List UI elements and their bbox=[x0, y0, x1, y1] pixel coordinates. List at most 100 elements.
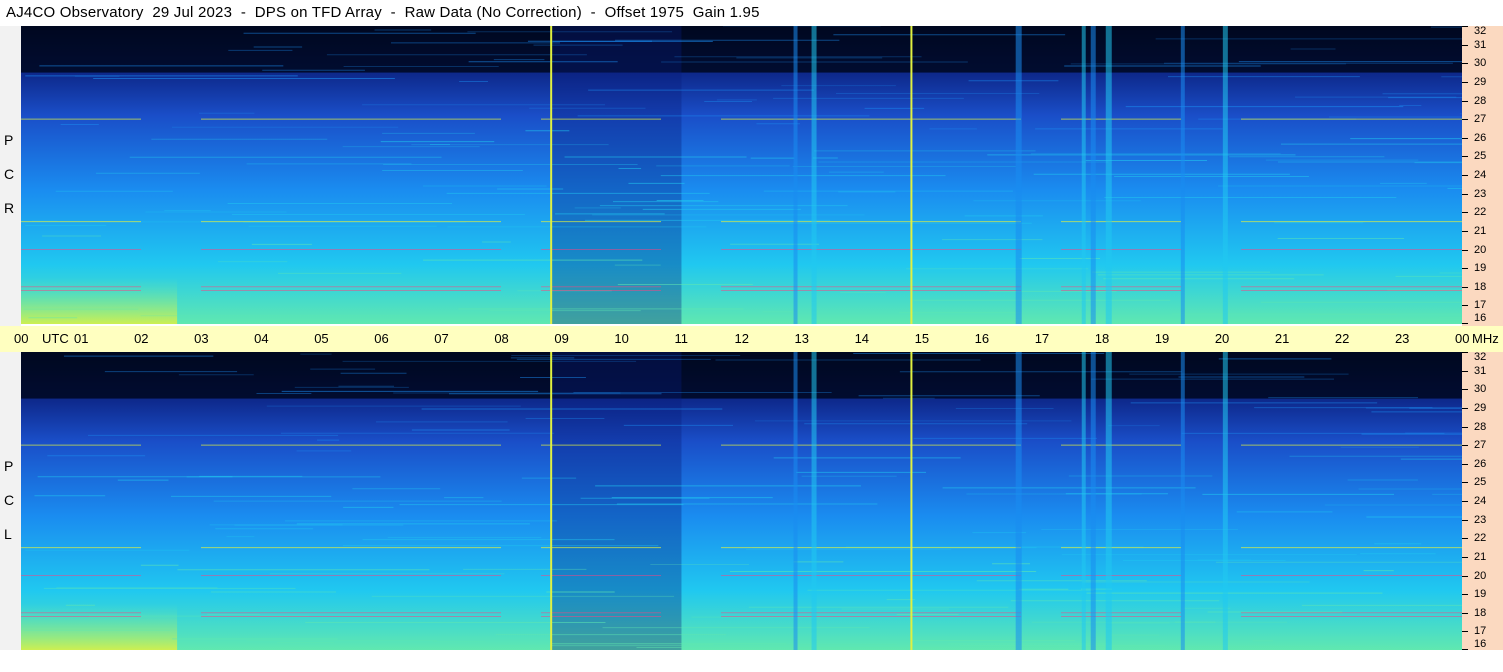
rcp-freq-tick-label: 18 bbox=[1474, 280, 1487, 293]
lcp-label-letter-p: P bbox=[4, 458, 14, 474]
rcp-freq-tickmark bbox=[1462, 193, 1468, 195]
title-bar: AJ4CO Observatory 29 Jul 2023 - DPS on T… bbox=[0, 0, 1462, 26]
lcp-burst-column bbox=[1015, 352, 1022, 650]
utc-tick-label: 17 bbox=[1034, 331, 1050, 346]
rcp-side-strip: P C R bbox=[0, 26, 21, 326]
lcp-freq-tick-label: 31 bbox=[1474, 364, 1487, 377]
rcp-freq-tickmark bbox=[1462, 81, 1468, 83]
lcp-burst-column bbox=[1180, 352, 1185, 650]
lcp-freq-tickmark bbox=[1462, 501, 1468, 502]
rcp-freq-tickmark bbox=[1462, 119, 1468, 121]
mhz-unit-label: MHz bbox=[1472, 331, 1499, 346]
lcp-low-freq-glow bbox=[21, 603, 178, 650]
rcp-freq-tick-label: 21 bbox=[1474, 224, 1487, 237]
rcp-frequency-axis: 16 17 18 19 20 21 22 23 24 25 26 27 28 29 30 31 32 bbox=[1462, 26, 1503, 326]
lcp-freq-tickmark bbox=[1462, 538, 1468, 540]
rcp-burst-column bbox=[811, 26, 817, 324]
lcp-freq-tickmark bbox=[1462, 519, 1468, 521]
lcp-side-strip: P C L bbox=[0, 352, 21, 650]
lcp-burst-column bbox=[793, 352, 798, 650]
rcp-freq-tick-label: 17 bbox=[1474, 299, 1487, 312]
lcp-freq-tickmark bbox=[1462, 445, 1468, 447]
rcp-freq-tick-label: 27 bbox=[1474, 113, 1487, 126]
rcp-freq-tick-label: 25 bbox=[1474, 150, 1487, 163]
lcp-spectrogram-panel bbox=[21, 352, 1462, 650]
rcp-freq-tickmark bbox=[1462, 323, 1468, 324]
rcp-freq-tick-label: 31 bbox=[1474, 38, 1487, 51]
utc-tick-label: 23 bbox=[1394, 331, 1410, 346]
lcp-freq-tickmark bbox=[1462, 370, 1468, 372]
utc-tick-label: 13 bbox=[794, 331, 809, 346]
utc-tick-label: 14 bbox=[854, 331, 870, 346]
rcp-freq-tickmark bbox=[1462, 63, 1468, 65]
lcp-freq-tick-label: 18 bbox=[1474, 606, 1487, 619]
rcp-label-letter-p: P bbox=[4, 132, 14, 148]
utc-tick-label: 04 bbox=[254, 331, 269, 346]
lcp-freq-tick-label: 21 bbox=[1474, 550, 1487, 563]
rcp-freq-tick-label: 20 bbox=[1474, 243, 1487, 256]
rcp-freq-tickmark bbox=[1462, 100, 1468, 102]
lcp-freq-tickmark bbox=[1462, 594, 1468, 596]
utc-tick-label: 15 bbox=[914, 331, 930, 346]
lcp-freq-tick-label: 17 bbox=[1474, 625, 1487, 638]
lcp-freq-tick-label: 28 bbox=[1474, 420, 1487, 433]
rcp-burst-column bbox=[1090, 26, 1096, 324]
rcp-freq-tickmark bbox=[1462, 286, 1468, 288]
rcp-freq-tick-label: 16 bbox=[1474, 312, 1487, 324]
rcp-burst-column bbox=[793, 26, 798, 324]
lcp-label-letter-c: C bbox=[4, 492, 15, 508]
lcp-freq-tick-label: 30 bbox=[1474, 383, 1487, 396]
utc-unit-label: UTC bbox=[42, 331, 69, 346]
utc-tick-label: 00 bbox=[1455, 331, 1470, 346]
utc-tick-label: 20 bbox=[1214, 331, 1230, 346]
lcp-burst-column bbox=[1222, 352, 1228, 650]
utc-tick-label: 11 bbox=[674, 331, 688, 346]
rcp-freq-tickmark bbox=[1462, 249, 1468, 251]
lcp-freq-tickmark bbox=[1462, 649, 1468, 650]
rcp-burst-column bbox=[1015, 26, 1022, 324]
utc-tick-label: 12 bbox=[734, 331, 749, 346]
lcp-freq-tickmark bbox=[1462, 482, 1468, 484]
lcp-burst-column bbox=[1081, 352, 1086, 650]
lcp-freq-tickmark bbox=[1462, 612, 1468, 614]
utc-tick-label: 06 bbox=[374, 331, 389, 346]
lcp-freq-tickmark bbox=[1462, 575, 1468, 577]
rcp-freq-tick-label: 29 bbox=[1474, 75, 1487, 88]
lcp-freq-tickmark bbox=[1462, 631, 1468, 633]
lcp-freq-tick-label: 22 bbox=[1474, 532, 1487, 545]
utc-time-axis: 00 01 02 03 04 05 06 07 08 09 10 11 12 13 14 15 16 17 18 19… bbox=[0, 326, 1503, 352]
rcp-freq-tickmark bbox=[1462, 44, 1468, 46]
lcp-freq-tick-label: 19 bbox=[1474, 588, 1487, 601]
utc-tick-label: 16 bbox=[974, 331, 990, 346]
lcp-freq-tickmark bbox=[1462, 389, 1468, 391]
utc-tick-label: 10 bbox=[614, 331, 629, 346]
lcp-freq-tick-label: 23 bbox=[1474, 513, 1487, 526]
rcp-freq-tickmark bbox=[1462, 212, 1468, 214]
utc-tick-label: 05 bbox=[314, 331, 329, 346]
lcp-freq-tick-label: 16 bbox=[1474, 638, 1487, 650]
rcp-freq-tickmark bbox=[1462, 175, 1468, 176]
rcp-freq-tickmark bbox=[1462, 137, 1468, 139]
lcp-freq-tick-label: 20 bbox=[1474, 569, 1487, 582]
rcp-freq-tickmark bbox=[1462, 305, 1468, 307]
rcp-freq-tickmark bbox=[1462, 268, 1468, 270]
rcp-freq-tick-label: 32 bbox=[1474, 25, 1487, 37]
chart-title: AJ4CO Observatory 29 Jul 2023 - DPS on T… bbox=[6, 4, 760, 21]
rcp-freq-tickmark bbox=[1462, 26, 1468, 27]
rcp-burst-column bbox=[1222, 26, 1228, 324]
lcp-freq-tick-label: 32 bbox=[1474, 351, 1487, 363]
lcp-spectrogram bbox=[21, 352, 1462, 650]
rcp-freq-tick-label: 23 bbox=[1474, 187, 1487, 200]
lcp-freq-tick-label: 26 bbox=[1474, 457, 1487, 470]
utc-tick-label: 09 bbox=[554, 331, 569, 346]
rcp-freq-tick-label: 26 bbox=[1474, 131, 1487, 144]
lcp-freq-tick-label: 27 bbox=[1474, 439, 1487, 452]
lcp-dim-section bbox=[551, 352, 682, 650]
rcp-burst-column bbox=[1180, 26, 1185, 324]
rcp-spectrogram-panel bbox=[21, 26, 1462, 324]
lcp-freq-tickmark bbox=[1462, 463, 1468, 465]
utc-tick-label: 00 bbox=[14, 331, 29, 346]
rcp-freq-tick-label: 22 bbox=[1474, 206, 1487, 219]
utc-tick-label: 19 bbox=[1154, 331, 1170, 346]
lcp-frequency-axis: 16 17 18 19 20 21 22 23 24 25 26 27 28 29 30 31 32 bbox=[1462, 352, 1503, 650]
